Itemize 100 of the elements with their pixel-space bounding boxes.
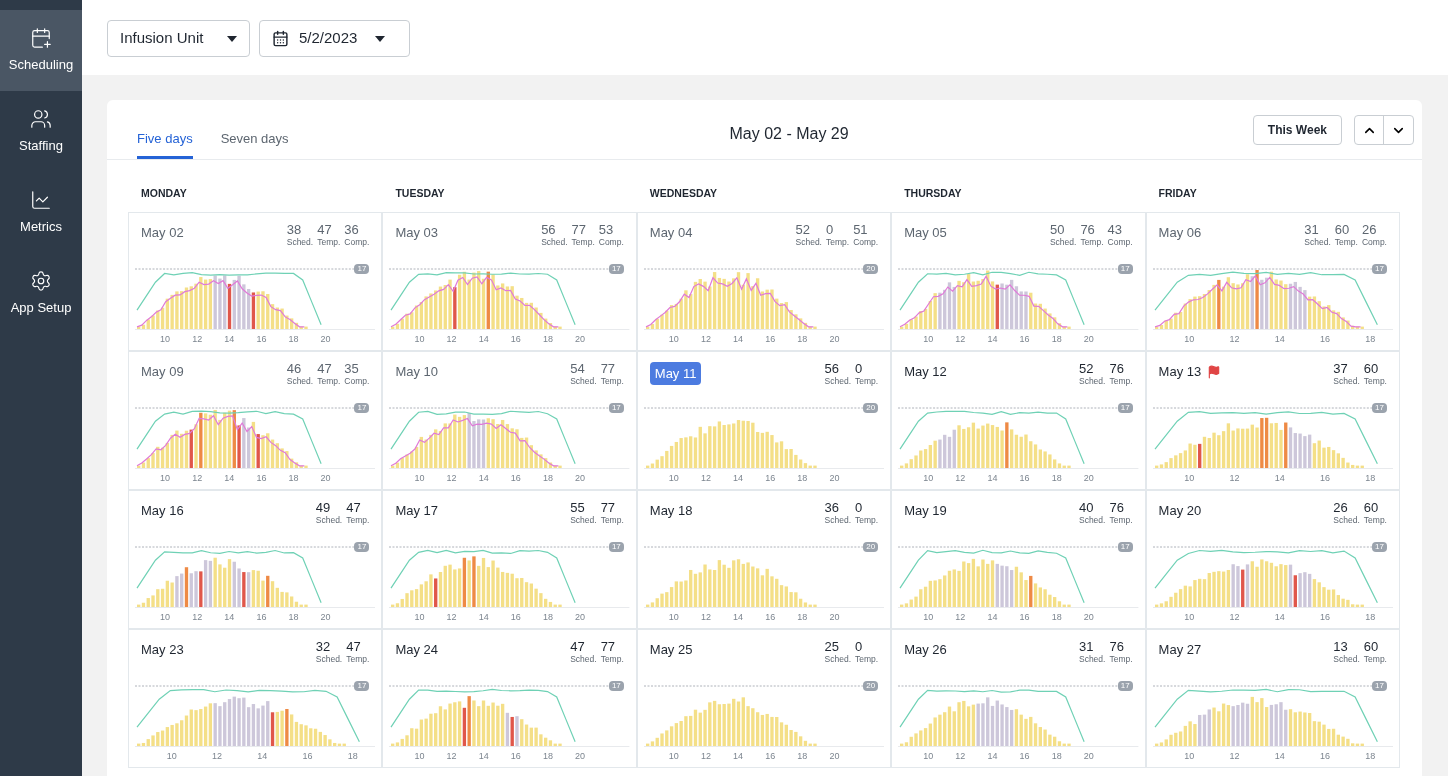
limit-badge: 17	[608, 542, 624, 553]
axis-tick: 14	[1274, 333, 1285, 347]
stat-label: Temp.	[1109, 514, 1133, 525]
date-dropdown[interactable]: 5/2/2023	[259, 20, 410, 57]
stat-value: 38	[286, 222, 302, 237]
axis-tick: 12	[192, 333, 203, 347]
this-week-button[interactable]: This Week	[1252, 115, 1342, 145]
stat-value: 54	[570, 361, 585, 376]
day-card[interactable]: May 26 31 Sched. 76 Temp. 17 10 12 14 16 18 20	[891, 628, 1146, 768]
day-card[interactable]: May 11 56 Sched. 0 Temp. 20 10 12 14 16 18 20	[636, 350, 892, 490]
stat-label: Sched.	[1049, 236, 1077, 247]
limit-badge: 17	[1117, 542, 1133, 553]
view-tab[interactable]: Five days	[137, 128, 193, 159]
axis-tick: 12	[955, 750, 966, 764]
stat-label: Temp.	[600, 375, 624, 386]
day-card[interactable]: May 25 25 Sched. 0 Temp. 20 10 12 14 16 18 20	[636, 628, 892, 768]
stat-value: 47	[346, 639, 361, 654]
axis-tick: 16	[1320, 750, 1331, 764]
axis-tick: 14	[224, 333, 235, 347]
nav-item[interactable]: App Setup	[0, 253, 82, 334]
stat-label: Sched.	[1304, 236, 1331, 247]
axis-tick: 18	[1051, 611, 1062, 625]
stat-label: Sched.	[1078, 514, 1106, 525]
day-card[interactable]: May 04 52 Sched. 0 Temp. 51 Comp. 20 10 12 14 16 18 20	[636, 211, 892, 351]
day-card[interactable]: May 18 36 Sched. 0 Temp. 20 10 12 14 16 18 20	[636, 489, 892, 629]
axis-tick: 10	[668, 611, 679, 625]
day-card[interactable]: May 03 56 Sched. 77 Temp. 53 Comp. 17 10 12 14 16 18 20	[382, 211, 637, 351]
stat-label: Comp.	[344, 375, 370, 386]
axis-tick: 20	[320, 472, 331, 486]
stat-value: 37	[1333, 361, 1348, 376]
day-card[interactable]: May 20 26 Sched. 60 Temp. 17 10 12 14 16 18	[1145, 489, 1400, 629]
nav-item[interactable]: Staffing	[0, 91, 82, 172]
axis-tick: 20	[829, 333, 840, 347]
axis-tick: 14	[224, 472, 235, 486]
axis-tick: 12	[446, 472, 457, 486]
axis-tick: 10	[668, 472, 679, 486]
day-date: May 02	[141, 223, 184, 242]
stat-label: Temp.	[1363, 514, 1387, 525]
day-card[interactable]: May 09 46 Sched. 47 Temp. 35 Comp. 17 10 12 14 16 18 20	[128, 350, 383, 490]
day-date: May 13	[1158, 362, 1202, 381]
nav-item[interactable]: Metrics	[0, 172, 82, 253]
limit-badge: 20	[863, 264, 879, 275]
stat-value: 31	[1304, 222, 1319, 237]
day-card[interactable]: May 17 55 Sched. 77 Temp. 17 10 12 14 16 18 20	[382, 489, 637, 629]
weekday-header: FRIDAY	[1157, 186, 1198, 201]
view-tab[interactable]: Seven days	[220, 128, 289, 159]
axis-tick: 12	[211, 750, 222, 764]
people-icon	[30, 107, 52, 130]
stat-value: 0	[855, 639, 863, 654]
axis-tick: 20	[575, 333, 585, 347]
unit-dropdown[interactable]: Infusion Unit	[107, 20, 250, 57]
stat-label: Temp.	[600, 653, 624, 664]
axis-tick: 10	[414, 611, 425, 625]
limit-badge: 20	[863, 403, 879, 414]
axis-tick: 14	[987, 750, 998, 764]
day-date: May 24	[395, 640, 439, 659]
stat-label: Temp.	[600, 514, 624, 525]
stat-label: Temp.	[826, 236, 850, 247]
axis-tick: 10	[160, 472, 171, 486]
limit-badge: 17	[1117, 403, 1133, 414]
axis-tick: 10	[414, 750, 425, 764]
axis-tick: 12	[1229, 750, 1240, 764]
day-date: May 04	[649, 223, 693, 242]
axis-tick: 14	[224, 611, 235, 625]
day-card[interactable]: May 16 49 Sched. 47 Temp. 17 10 12 14 16 18 20	[128, 489, 383, 629]
limit-badge: 17	[354, 542, 370, 553]
stat-label: Sched.	[1333, 653, 1360, 664]
day-card[interactable]: May 06 31 Sched. 60 Temp. 26 Comp. 17 10 12 14 16 18	[1145, 211, 1400, 351]
day-card[interactable]: May 27 13 Sched. 60 Temp. 17 10 12 14 16 18	[1145, 628, 1400, 768]
day-card[interactable]: May 02 38 Sched. 47 Temp. 36 Comp. 17 10 12 14 16 18 20	[128, 211, 383, 351]
day-card[interactable]: May 24 47 Sched. 77 Temp. 17 10 12 14 16 18 20	[382, 628, 637, 768]
stat-label: Sched.	[315, 514, 343, 525]
stat-label: Sched.	[286, 375, 314, 386]
axis-tick: 12	[700, 611, 711, 625]
axis-tick: 16	[510, 611, 521, 625]
axis-tick: 20	[1083, 750, 1094, 764]
day-card[interactable]: May 10 54 Sched. 77 Temp. 17 10 12 14 16 18 20	[382, 350, 637, 490]
axis-tick: 14	[478, 472, 489, 486]
day-date: May 05	[904, 223, 947, 242]
stat-label: Comp.	[598, 236, 624, 247]
day-date: May 12	[904, 362, 947, 381]
stat-value: 13	[1333, 639, 1348, 654]
axis-tick: 18	[1365, 750, 1376, 764]
stat-label: Temp.	[1109, 375, 1133, 386]
day-card[interactable]: May 12 52 Sched. 76 Temp. 17 10 12 14 16 18 20	[891, 350, 1146, 490]
axis-tick: 16	[765, 750, 776, 764]
day-card[interactable]: May 13 37 Sched. 60 Temp. 17 10 12 14 16 18	[1145, 350, 1400, 490]
day-card[interactable]: May 19 40 Sched. 76 Temp. 17 10 12 14 16 18 20	[891, 489, 1146, 629]
stat-label: Sched.	[1078, 375, 1106, 386]
day-card[interactable]: May 23 32 Sched. 47 Temp. 17 10 12 14 16 18	[128, 628, 383, 768]
day-card[interactable]: May 05 50 Sched. 76 Temp. 43 Comp. 17 10 12 14 16 18 20	[891, 211, 1146, 351]
nav-item[interactable]: Scheduling	[0, 10, 82, 91]
weekday-header: THURSDAY	[903, 186, 963, 201]
stat-value: 55	[570, 500, 585, 515]
axis-tick: 12	[1229, 333, 1240, 347]
stat-value: 47	[317, 222, 332, 237]
axis-tick: 20	[1083, 472, 1094, 486]
day-date: May 20	[1158, 501, 1202, 520]
axis-tick: 10	[166, 750, 177, 764]
axis-tick: 18	[797, 333, 808, 347]
